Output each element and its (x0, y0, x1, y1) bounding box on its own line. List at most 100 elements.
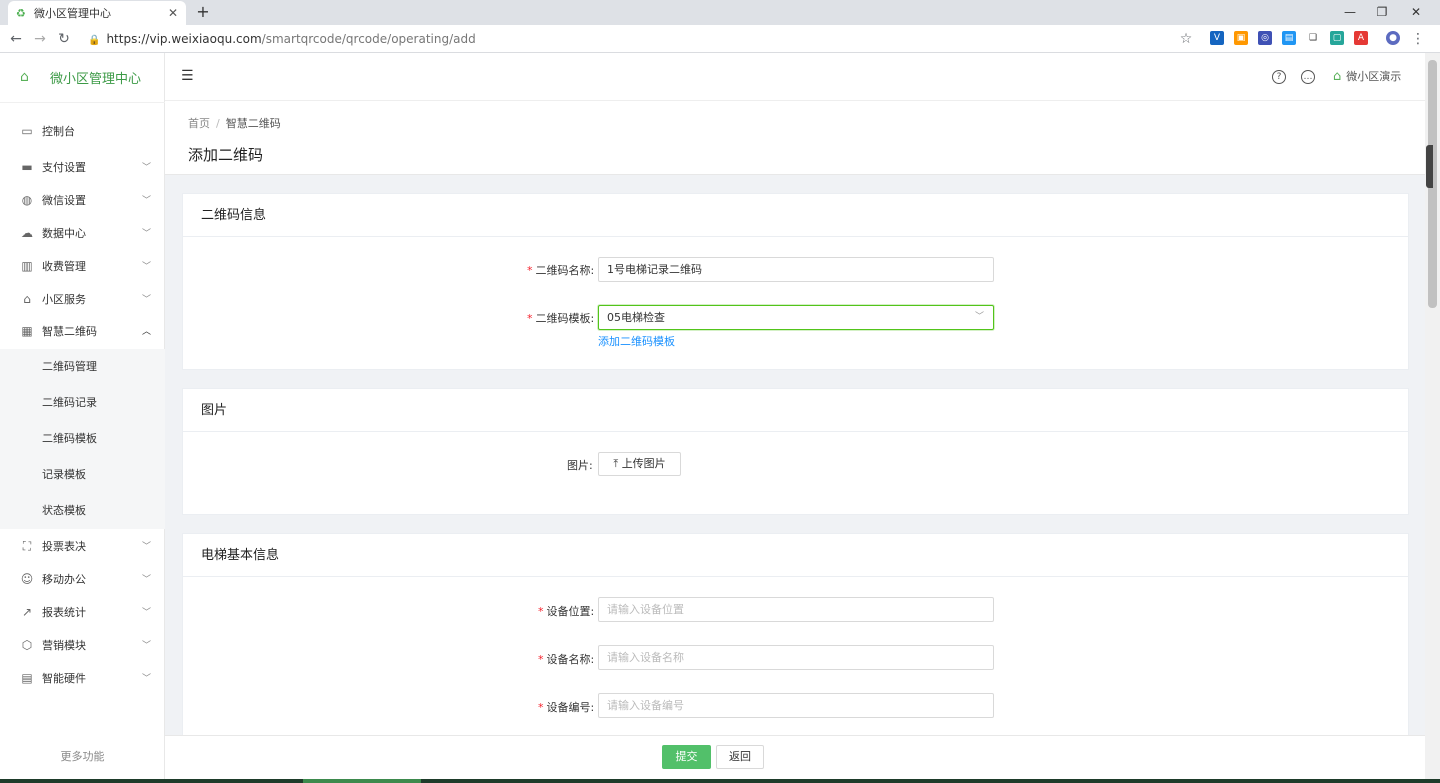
extension-teal-icon[interactable]: ▢ (1330, 31, 1344, 45)
sidebar-item-label: 微信设置 (42, 193, 86, 207)
sidebar-item-data[interactable]: ☁ 数据中心 ﹀ (0, 216, 165, 249)
taskbar-active-app[interactable] (303, 779, 421, 783)
more-features-link[interactable]: 更多功能 (0, 748, 165, 764)
sidebar-item-label: 收费管理 (42, 259, 86, 273)
message-icon[interactable]: … (1301, 70, 1315, 84)
card-title: 图片 (183, 389, 1408, 432)
label-text: 设备编号: (546, 701, 595, 714)
required-mark: * (527, 264, 533, 277)
submenu-item-record-templates[interactable]: 记录模板 (0, 457, 165, 493)
extension-orange-icon[interactable]: ▣ (1234, 31, 1248, 45)
sidebar-item-label: 报表统计 (42, 605, 86, 619)
qrcode-name-input[interactable]: 1号电梯记录二维码 (598, 257, 994, 282)
chevron-down-icon: ﹀ (141, 229, 151, 239)
extension-v-icon[interactable]: V (1210, 31, 1224, 45)
profile-avatar-icon[interactable]: ● (1386, 31, 1400, 45)
sidebar-item-payment[interactable]: ▬ 支付设置 ﹀ (0, 150, 165, 183)
submit-button[interactable]: 提交 (662, 745, 711, 769)
forward-arrow-icon[interactable]: → (30, 29, 50, 49)
back-arrow-icon[interactable]: ← (6, 29, 26, 49)
extension-blue-icon[interactable]: ▤ (1282, 31, 1296, 45)
sidebar-item-label: 投票表决 (42, 539, 86, 553)
url-host: https://vip.weixiaoqu.com (106, 32, 262, 46)
qrcode-icon: ▦ (21, 323, 33, 338)
sidebar-item-label: 控制台 (42, 124, 75, 138)
sidebar-item-label: 小区服务 (42, 292, 86, 306)
url-path: /smartqrcode/qrcode/operating/add (261, 32, 476, 46)
restore-icon[interactable]: ❐ (1372, 2, 1392, 22)
bookmark-star-icon[interactable]: ☆ (1176, 29, 1196, 49)
submenu-item-qrcode-manage[interactable]: 二维码管理 (0, 349, 165, 385)
upload-icon: ⤒ (613, 457, 619, 470)
browser-tab[interactable]: ♻ 微小区管理中心 ✕ (8, 1, 186, 25)
chevron-down-icon: ﹀ (141, 608, 151, 618)
help-icon[interactable]: ? (1272, 70, 1286, 84)
label-text: 设备位置: (546, 605, 595, 618)
device-location-label: * 设备位置: (538, 603, 594, 619)
url-field[interactable]: 🔒 https://vip.weixiaoqu.com/smartqrcode/q… (88, 29, 1200, 49)
chevron-down-icon: ﹀ (141, 542, 151, 552)
device-code-label: * 设备编号: (538, 699, 594, 715)
cloud-icon: ☁ (21, 225, 33, 240)
tab-close-icon[interactable]: ✕ (168, 6, 178, 20)
os-taskbar (0, 779, 1440, 783)
submenu-item-status-templates[interactable]: 状态模板 (0, 493, 165, 529)
sidebar-item-reports[interactable]: ↗ 报表统计 ﹀ (0, 595, 165, 628)
site-favicon-icon: ♻ (16, 7, 26, 20)
card-title: 电梯基本信息 (183, 534, 1408, 577)
submenu-item-qrcode-records[interactable]: 二维码记录 (0, 385, 165, 421)
home-icon: ⌂ (23, 291, 31, 306)
calculator-icon: ▤ (21, 670, 33, 685)
page-header: 首页 / 智慧二维码 添加二维码 (165, 101, 1425, 175)
top-header: ☰ ? … ⌂ 微小区演示 (165, 53, 1425, 101)
menu-fold-icon[interactable]: ☰ (181, 68, 194, 84)
user-menu[interactable]: ⌂ 微小区演示 (1333, 68, 1401, 84)
sidebar-item-voting[interactable]: ⛶ 投票表决 ﹀ (0, 529, 165, 562)
label-text: 二维码名称: (535, 264, 595, 277)
reload-icon[interactable]: ↻ (54, 29, 74, 49)
wechat-icon: ◍ (21, 192, 33, 207)
minimize-icon[interactable]: — (1340, 2, 1360, 22)
chevron-down-icon: ﹀ (141, 295, 151, 305)
sidebar-item-smart-qrcode[interactable]: ▦ 智慧二维码 ︿ (0, 314, 165, 347)
device-name-label: * 设备名称: (538, 651, 594, 667)
browser-menu-icon[interactable]: ⋮ (1408, 29, 1428, 49)
sidebar-item-mobile-office[interactable]: ☺ 移动办公 ﹀ (0, 562, 165, 595)
chevron-down-icon: ﹀ (974, 312, 984, 322)
device-location-input[interactable]: 请输入设备位置 (598, 597, 994, 622)
sidebar-item-fees[interactable]: ▥ 收费管理 ﹀ (0, 249, 165, 282)
sidebar-item-wechat[interactable]: ◍ 微信设置 ﹀ (0, 183, 165, 216)
qrcode-template-select[interactable]: 05电梯检查 ﹀ (598, 305, 994, 330)
submenu-item-qrcode-templates[interactable]: 二维码模板 (0, 421, 165, 457)
add-template-link[interactable]: 添加二维码模板 (598, 333, 675, 349)
select-value: 05电梯检查 (607, 311, 665, 324)
sidebar-item-dashboard[interactable]: ▭ 控制台 (0, 114, 165, 147)
browser-tab-bar: ♻ 微小区管理中心 ✕ + — ❐ ✕ (0, 0, 1440, 25)
sidebar-item-community[interactable]: ⌂ 小区服务 ﹀ (0, 282, 165, 315)
label-text: 设备名称: (546, 653, 595, 666)
breadcrumb-home[interactable]: 首页 (188, 117, 210, 130)
extension-globe-icon[interactable]: ◎ (1258, 31, 1272, 45)
sidebar-item-label: 数据中心 (42, 226, 86, 240)
user-icon: ☺ (20, 571, 34, 586)
back-button[interactable]: 返回 (716, 745, 764, 769)
lock-icon: 🔒 (88, 35, 101, 46)
vote-icon: ⛶ (22, 538, 32, 553)
new-tab-button[interactable]: + (194, 3, 212, 21)
extension-bookmark-icon[interactable]: ❑ (1306, 31, 1320, 45)
chevron-down-icon: ﹀ (141, 163, 151, 173)
breadcrumb: 首页 / 智慧二维码 (188, 115, 281, 131)
chevron-down-icon: ﹀ (141, 196, 151, 206)
page-title: 添加二维码 (188, 146, 264, 164)
sidebar-item-marketing[interactable]: ⬡ 营销模块 ﹀ (0, 628, 165, 661)
chevron-down-icon: ﹀ (141, 674, 151, 684)
upload-image-button[interactable]: ⤒ 上传图片 (598, 452, 681, 476)
qrcode-info-card: 二维码信息 * 二维码名称: 1号电梯记录二维码 * 二维码模板: 05电梯检查 ﹀… (182, 193, 1409, 370)
sidebar-item-hardware[interactable]: ▤ 智能硬件 ﹀ (0, 661, 165, 694)
extension-acrobat-icon[interactable]: A (1354, 31, 1368, 45)
close-window-icon[interactable]: ✕ (1406, 2, 1426, 22)
app-logo[interactable]: ⌂ 微小区管理中心 (0, 53, 165, 103)
side-widget-handle[interactable] (1426, 145, 1433, 188)
device-code-input[interactable]: 请输入设备编号 (598, 693, 994, 718)
device-name-input[interactable]: 请输入设备名称 (598, 645, 994, 670)
